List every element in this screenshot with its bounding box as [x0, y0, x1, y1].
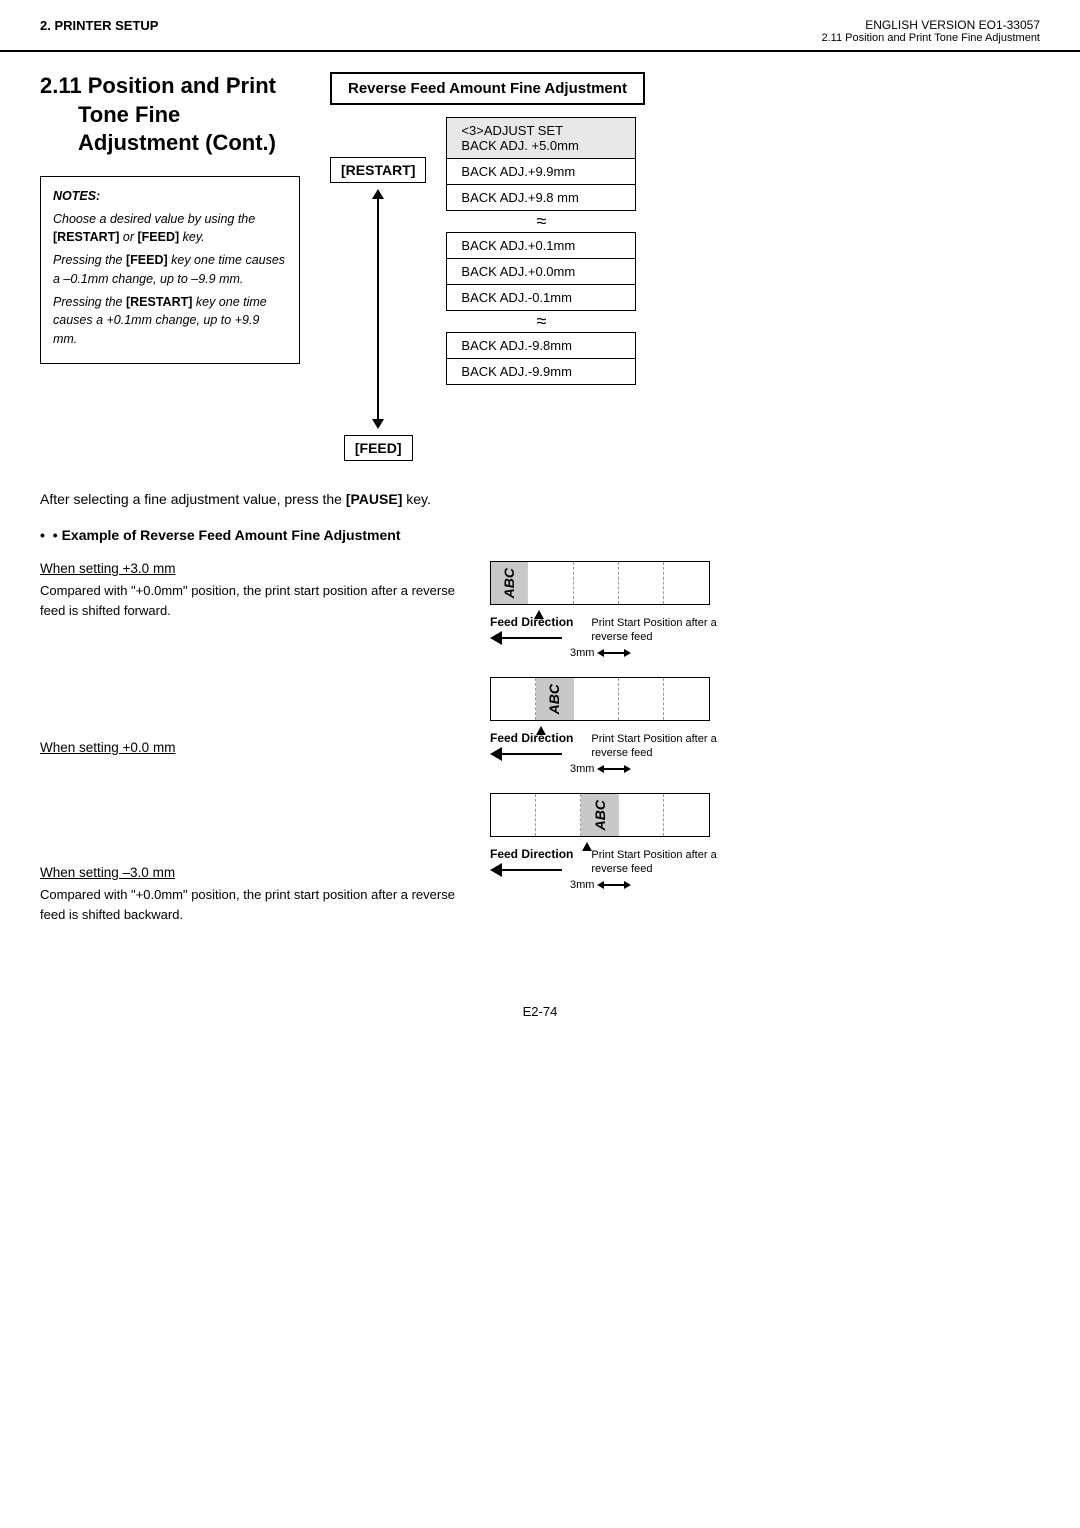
example-item-1: When setting +3.0 mm Compared with "+0.0…: [40, 561, 480, 620]
diagram-title: Reverse Feed Amount Fine Adjustment: [330, 72, 645, 105]
squiggle-2: ≈: [446, 310, 636, 332]
feed-label: [FEED]: [344, 435, 413, 461]
feed-arrow-3: [490, 863, 573, 877]
section-heading: 2.11 Position and Print Tone Fine Adjust…: [40, 72, 300, 158]
vertical-arrow: [372, 189, 384, 429]
setting-label-2: When setting +0.0 mm: [40, 740, 480, 755]
examples-left-col: When setting +3.0 mm Compared with "+0.0…: [40, 561, 480, 964]
example-item-2: When setting +0.0 mm: [40, 740, 480, 755]
notes-line-1: Choose a desired value by using the [RES…: [53, 210, 287, 248]
examples-right-col: ABC: [480, 561, 1040, 964]
arrow-line-1: [502, 637, 562, 639]
arrow-down-head: [372, 419, 384, 429]
notes-title: NOTES:: [53, 187, 287, 206]
page-header: 2. PRINTER SETUP ENGLISH VERSION EO1-330…: [0, 0, 1080, 52]
menu-entry-2: BACK ADJ.+9.8 mm: [446, 184, 636, 211]
feed-direction-label-2: Feed Direction: [490, 731, 573, 745]
example-item-3: When setting –3.0 mm Compared with "+0.0…: [40, 865, 480, 924]
menu-entry-1: BACK ADJ.+9.9mm: [446, 158, 636, 185]
notes-box: NOTES: Choose a desired value by using t…: [40, 176, 300, 364]
label-abc-1: ABC: [501, 568, 517, 598]
print-start-note-2: Print Start Position after areverse feed: [591, 732, 716, 761]
restart-label: [RESTART]: [330, 157, 426, 183]
menu-column: <3>ADJUST SET BACK ADJ. +5.0mm BACK ADJ.…: [446, 117, 636, 384]
bullet-icon: •: [40, 527, 45, 543]
menu-top-entry: <3>ADJUST SET BACK ADJ. +5.0mm: [446, 117, 636, 159]
print-start-note-3: Print Start Position after areverse feed: [591, 848, 716, 877]
page-number: E2-74: [523, 1004, 558, 1019]
menu-entry-7: BACK ADJ.-9.9mm: [446, 358, 636, 385]
mm-bracket-3: [597, 881, 631, 889]
feed-arrow-1: [490, 631, 573, 645]
menu-top-line1: <3>ADJUST SET: [461, 123, 621, 138]
header-subsection: 2.11 Position and Print Tone Fine Adjust…: [821, 32, 1040, 44]
mm-bracket-1: [597, 649, 631, 657]
menu-entry-5: BACK ADJ.-0.1mm: [446, 284, 636, 311]
squiggle-1: ≈: [446, 210, 636, 232]
header-version: ENGLISH VERSION EO1-33057: [821, 18, 1040, 32]
feed-direction-label-3: Feed Direction: [490, 847, 573, 861]
menu-entry-3: BACK ADJ.+0.1mm: [446, 232, 636, 259]
arrow-vertical-line: [377, 199, 379, 419]
setting-label-3: When setting –3.0 mm: [40, 865, 480, 880]
notes-line-2: Pressing the [FEED] key one time causes …: [53, 251, 287, 289]
section-title-area: 2.11 Position and Print Tone Fine Adjust…: [40, 72, 300, 461]
feed-direction-label-1: Feed Direction: [490, 615, 573, 629]
top-section: 2.11 Position and Print Tone Fine Adjust…: [40, 72, 1040, 461]
examples-container: When setting +3.0 mm Compared with "+0.0…: [40, 561, 1040, 964]
diagram-block-1: ABC: [490, 561, 1040, 659]
header-section-label: 2. PRINTER SETUP: [40, 18, 158, 33]
diagram-area: Reverse Feed Amount Fine Adjustment [RES…: [330, 72, 1040, 461]
example-desc-3: Compared with "+0.0mm" position, the pri…: [40, 885, 480, 924]
diagram-block-2: ABC Feed Direction: [490, 677, 1040, 775]
mm-bracket-2: [597, 765, 631, 773]
arrow-column: [RESTART] [FEED]: [330, 157, 426, 461]
setting-label-1: When setting +3.0 mm: [40, 561, 480, 576]
page-footer: E2-74: [40, 994, 1040, 1019]
menu-top-line2: BACK ADJ. +5.0mm: [461, 138, 621, 153]
notes-line-3: Pressing the [RESTART] key one time caus…: [53, 293, 287, 349]
label-abc-3: ABC: [592, 800, 608, 830]
feed-arrow-2: [490, 747, 573, 761]
menu-entry-4: BACK ADJ.+0.0mm: [446, 258, 636, 285]
diagram-block-3: ABC Feed Direction: [490, 793, 1040, 891]
header-right: ENGLISH VERSION EO1-33057 2.11 Position …: [821, 18, 1040, 44]
print-start-note-1: Print Start Position after areverse feed: [591, 616, 716, 645]
menu-entry-6: BACK ADJ.-9.8mm: [446, 332, 636, 359]
example-section-header: • • Example of Reverse Feed Amount Fine …: [40, 527, 1040, 543]
example-desc-1: Compared with "+0.0mm" position, the pri…: [40, 581, 480, 620]
arrow-up-head: [372, 189, 384, 199]
after-note: After selecting a fine adjustment value,…: [40, 491, 1040, 507]
diagram-main: [RESTART] [FEED] <3>ADJUST SET BACK ADJ.…: [330, 117, 1040, 461]
example-title: • Example of Reverse Feed Amount Fine Ad…: [53, 527, 401, 543]
label-abc-2: ABC: [546, 684, 562, 714]
content-area: 2.11 Position and Print Tone Fine Adjust…: [0, 52, 1080, 1059]
arrow-head-left-1: [490, 631, 502, 645]
